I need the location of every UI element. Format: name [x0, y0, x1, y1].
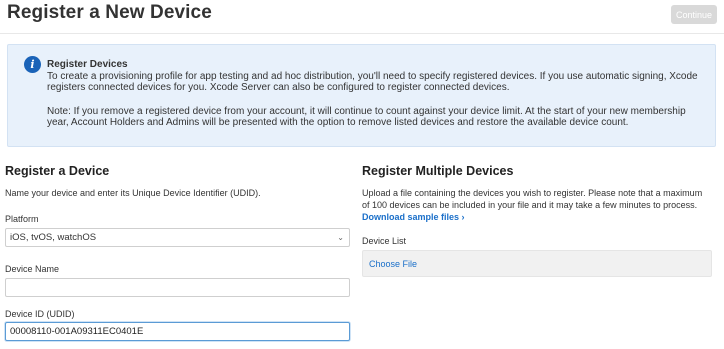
- register-device-description: Name your device and enter its Unique De…: [5, 188, 261, 198]
- page-title: Register a New Device: [7, 2, 212, 23]
- platform-selected-value: iOS, tvOS, watchOS: [10, 232, 97, 243]
- platform-select[interactable]: iOS, tvOS, watchOS ⌄: [5, 228, 350, 247]
- register-multiple-description: Upload a file containing the devices you…: [362, 188, 703, 210]
- device-id-input[interactable]: 00008110-001A09311EC0401E: [5, 322, 350, 341]
- continue-button[interactable]: Continue: [671, 5, 717, 24]
- info-banner: i Register Devices To create a provision…: [7, 44, 716, 147]
- info-note: Note: If you remove a registered device …: [47, 105, 686, 129]
- device-list-dropzone[interactable]: Choose File: [362, 250, 712, 277]
- info-icon: i: [24, 56, 41, 73]
- register-device-title: Register a Device: [5, 164, 110, 178]
- download-sample-files-link[interactable]: Download sample files ›: [362, 212, 465, 222]
- register-device-section: Register a Device: [5, 164, 350, 178]
- register-multiple-section: Register Multiple Devices: [362, 164, 712, 178]
- register-multiple-title: Register Multiple Devices: [362, 164, 514, 178]
- info-text: Register Devices To create a provisionin…: [47, 59, 707, 129]
- info-heading: Register Devices: [47, 59, 128, 70]
- chevron-down-icon: ⌄: [337, 233, 344, 242]
- choose-file-button[interactable]: Choose File: [369, 259, 417, 269]
- device-name-label: Device Name: [5, 264, 60, 274]
- device-list-label: Device List: [362, 236, 407, 246]
- info-paragraph: To create a provisioning profile for app…: [47, 70, 698, 94]
- device-name-input[interactable]: [5, 278, 350, 297]
- device-id-label: Device ID (UDID): [5, 309, 75, 319]
- platform-label: Platform: [5, 214, 39, 224]
- header-divider: [0, 33, 724, 34]
